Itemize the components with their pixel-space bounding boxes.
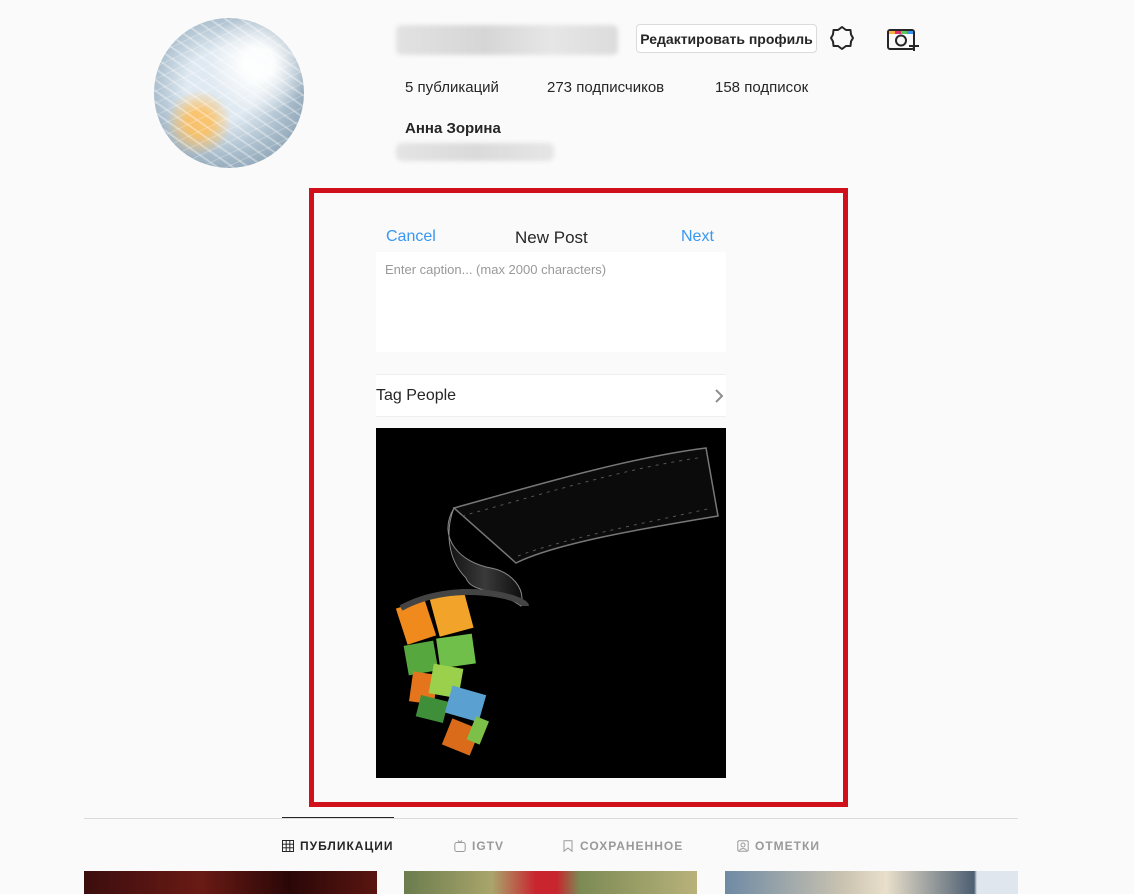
bookmark-icon: [563, 840, 573, 852]
username-blurred: [396, 25, 618, 55]
next-button[interactable]: Next: [681, 228, 714, 246]
grid-icon: [282, 840, 294, 852]
new-post-title: New Post: [515, 228, 588, 247]
add-photo-camera-icon[interactable]: [886, 25, 920, 53]
followers-count[interactable]: 273 подписчиков: [547, 79, 664, 96]
tab-publications-label: ПУБЛИКАЦИИ: [300, 839, 394, 853]
post-thumbnail[interactable]: [84, 871, 377, 894]
tag-people-row[interactable]: Tag People: [376, 374, 726, 417]
profile-avatar[interactable]: [154, 18, 304, 168]
tab-publications[interactable]: ПУБЛИКАЦИИ: [282, 837, 393, 855]
profile-full-name: Анна Зорина: [405, 120, 501, 137]
tag-people-label: Tag People: [376, 386, 457, 404]
igtv-icon: [454, 840, 466, 852]
tab-tagged[interactable]: ОТМЕТКИ: [737, 837, 820, 855]
settings-gear-icon[interactable]: [829, 25, 855, 51]
following-count[interactable]: 158 подписок: [715, 79, 808, 96]
tab-tagged-label: ОТМЕТКИ: [755, 839, 820, 853]
tagged-icon: [737, 840, 749, 852]
post-thumbnail[interactable]: [725, 871, 1018, 894]
caption-input[interactable]: [376, 252, 726, 352]
chevron-right-icon: [715, 388, 724, 403]
tab-saved-label: СОХРАНЕННОЕ: [580, 839, 684, 853]
tabs-divider: [84, 818, 1018, 819]
tab-saved[interactable]: СОХРАНЕННОЕ: [562, 837, 683, 855]
active-tab-indicator: [282, 817, 394, 818]
post-thumbnail[interactable]: [404, 871, 697, 894]
posts-count: 5 публикаций: [405, 79, 499, 96]
bio-blurred: [396, 143, 554, 161]
film-strip-image: [395, 447, 719, 756]
post-image-preview: [376, 428, 726, 778]
tab-igtv-label: IGTV: [472, 839, 505, 853]
edit-profile-button[interactable]: Редактировать профиль: [636, 24, 817, 53]
tab-igtv[interactable]: IGTV: [454, 837, 504, 855]
cancel-button[interactable]: Cancel: [386, 228, 436, 246]
